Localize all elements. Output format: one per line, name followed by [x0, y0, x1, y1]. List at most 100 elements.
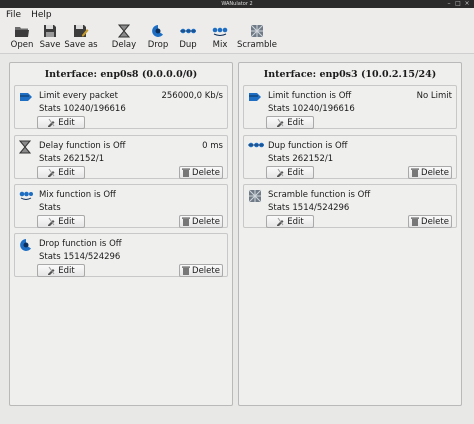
limit-card: Limit function is Off No Limit Stats 102…	[243, 85, 457, 129]
save-icon	[42, 24, 58, 38]
drop-icon	[19, 238, 33, 252]
scramble-delete-button[interactable]: Delete	[408, 215, 452, 228]
edit-icon	[48, 266, 55, 275]
limit-icon	[19, 90, 33, 104]
edit-icon	[48, 217, 55, 226]
drop-label: Drop	[147, 40, 169, 50]
drop-button[interactable]: Drop	[145, 22, 171, 54]
drop-delete-button[interactable]: Delete	[179, 264, 223, 277]
dup-icon	[248, 140, 264, 154]
limit-card: Limit every packet 256000,0 Kb/s Stats 1…	[14, 85, 228, 129]
dup-edit-button[interactable]: Edit	[266, 166, 314, 179]
maximize-icon[interactable]: □	[455, 1, 461, 7]
edit-icon	[48, 118, 55, 127]
trash-icon	[182, 168, 191, 177]
drop-icon	[150, 24, 166, 38]
mix-icon	[19, 189, 33, 203]
interface-title: Interface: enp0s3 (10.0.2.15/24)	[263, 69, 437, 80]
menubar: File Help	[0, 8, 474, 22]
mix-button[interactable]: Mix	[209, 22, 231, 54]
limit-title: Limit function is Off	[268, 91, 352, 101]
edit-label: Edit	[287, 117, 304, 128]
edit-icon	[277, 118, 284, 127]
edit-icon	[277, 217, 284, 226]
folder-open-icon	[14, 24, 30, 38]
limit-edit-button[interactable]: Edit	[266, 116, 314, 129]
delay-card: Delay function is Off 0 ms Stats 262152/…	[14, 135, 228, 179]
delay-label: Delay	[111, 40, 137, 50]
close-icon[interactable]: ×	[464, 1, 470, 7]
mix-icon	[212, 24, 228, 38]
limit-stats: Stats 10240/196616	[268, 104, 355, 114]
scramble-stats: Stats 1514/524296	[268, 203, 350, 213]
dup-delete-button[interactable]: Delete	[408, 166, 452, 179]
scramble-icon	[248, 189, 262, 203]
delay-value: 0 ms	[202, 141, 223, 151]
delete-label: Delete	[192, 265, 220, 276]
delete-label: Delete	[421, 216, 449, 227]
open-button[interactable]: Open	[9, 22, 35, 54]
dup-icon	[180, 24, 196, 38]
limit-value: No Limit	[416, 91, 452, 101]
delay-delete-button[interactable]: Delete	[179, 166, 223, 179]
save-as-button[interactable]: Save as	[64, 22, 98, 54]
edit-label: Edit	[287, 216, 304, 227]
drop-stats: Stats 1514/524296	[39, 252, 121, 262]
save-as-label: Save as	[64, 40, 98, 50]
hourglass-icon	[116, 24, 132, 38]
open-label: Open	[10, 40, 34, 50]
menu-help[interactable]: Help	[31, 10, 52, 20]
dup-button[interactable]: Dup	[177, 22, 199, 54]
trash-icon	[411, 168, 420, 177]
delay-edit-button[interactable]: Edit	[37, 166, 85, 179]
edit-icon	[48, 168, 55, 177]
trash-icon	[182, 266, 191, 275]
delay-stats: Stats 262152/1	[39, 154, 105, 164]
save-button[interactable]: Save	[37, 22, 63, 54]
edit-label: Edit	[58, 167, 75, 178]
dup-title: Dup function is Off	[268, 141, 348, 151]
limit-icon	[248, 90, 262, 104]
scramble-edit-button[interactable]: Edit	[266, 215, 314, 228]
dup-stats: Stats 262152/1	[268, 154, 334, 164]
mix-title: Mix function is Off	[39, 190, 116, 200]
status-bar	[0, 412, 474, 424]
delete-label: Delete	[192, 167, 220, 178]
delay-title: Delay function is Off	[39, 141, 126, 151]
interface-panel-enp0s8: Interface: enp0s8 (0.0.0.0/0) Limit ever…	[9, 62, 233, 406]
edit-label: Edit	[287, 167, 304, 178]
dup-card: Dup function is Off Stats 262152/1 Edit …	[243, 135, 457, 179]
mix-edit-button[interactable]: Edit	[37, 215, 85, 228]
scramble-icon	[249, 24, 265, 38]
scramble-label: Scramble	[236, 40, 278, 50]
mix-card: Mix function is Off Stats Edit Delete	[14, 184, 228, 228]
edit-label: Edit	[58, 265, 75, 276]
trash-icon	[182, 217, 191, 226]
edit-icon	[277, 168, 284, 177]
mix-delete-button[interactable]: Delete	[179, 215, 223, 228]
limit-stats: Stats 10240/196616	[39, 104, 126, 114]
limit-edit-button[interactable]: Edit	[37, 116, 85, 129]
scramble-button[interactable]: Scramble	[236, 22, 278, 54]
drop-title: Drop function is Off	[39, 239, 122, 249]
delay-button[interactable]: Delay	[111, 22, 137, 54]
toolbar: Open Save Save as Delay Drop Dup Mix Scr…	[0, 22, 474, 54]
minimize-icon[interactable]: –	[446, 1, 452, 7]
limit-title: Limit every packet	[39, 91, 118, 101]
scramble-card: Scramble function is Off Stats 1514/5242…	[243, 184, 457, 228]
window-titlebar: WANulator 2 – □ ×	[0, 0, 474, 8]
drop-edit-button[interactable]: Edit	[37, 264, 85, 277]
delete-label: Delete	[192, 216, 220, 227]
trash-icon	[411, 217, 420, 226]
mix-stats: Stats	[39, 203, 61, 213]
interface-panel-enp0s3: Interface: enp0s3 (10.0.2.15/24) Limit f…	[238, 62, 462, 406]
scramble-title: Scramble function is Off	[268, 190, 371, 200]
window-title: WANulator 2	[221, 1, 253, 7]
edit-label: Edit	[58, 117, 75, 128]
mix-label: Mix	[212, 40, 228, 50]
menu-file[interactable]: File	[6, 10, 21, 20]
dup-label: Dup	[179, 40, 197, 50]
drop-card: Drop function is Off Stats 1514/524296 E…	[14, 233, 228, 277]
save-as-icon	[73, 24, 89, 38]
save-label: Save	[39, 40, 61, 50]
